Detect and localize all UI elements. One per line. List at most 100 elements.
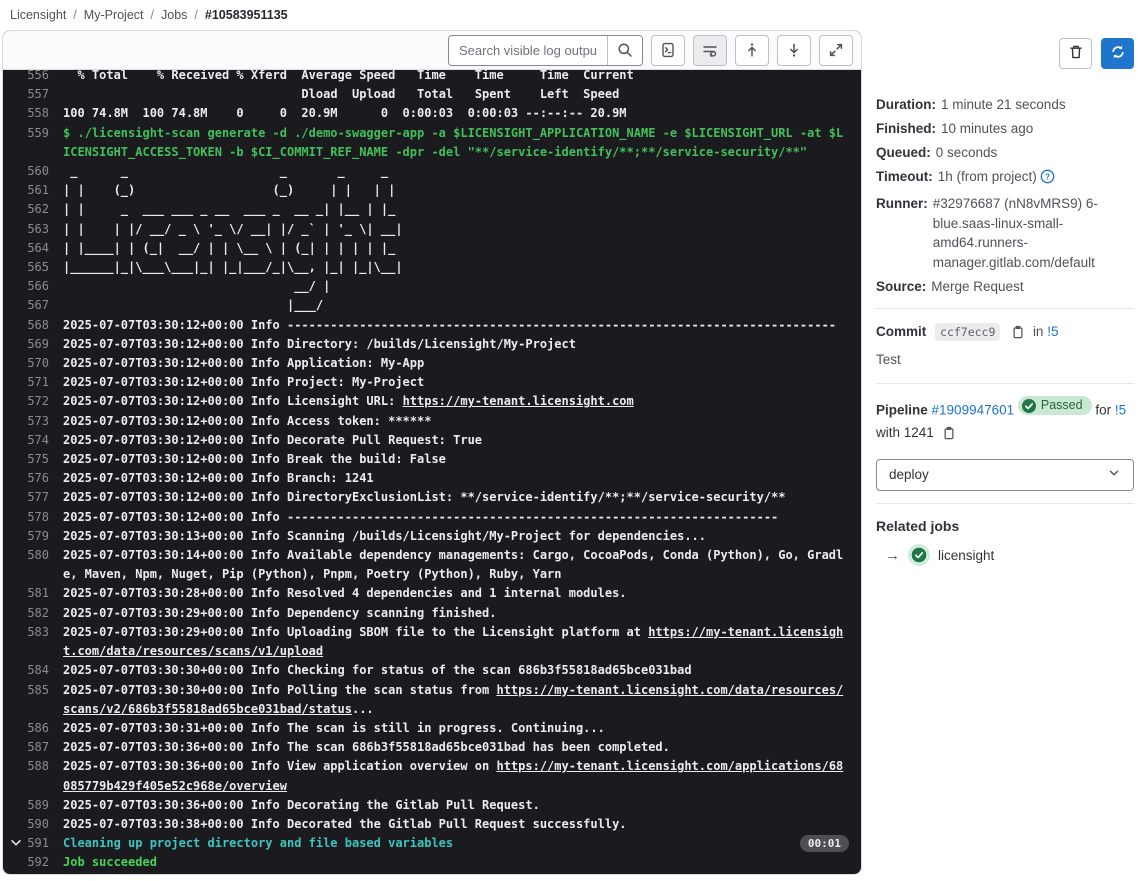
job-detail-row: Runner: #32976687 (nN8vMRS9) 6-blue.saas-… — [876, 194, 1134, 272]
arrow-right-icon: → — [885, 546, 900, 564]
log-line-number[interactable]: 576 — [27, 469, 63, 488]
log-line-number[interactable]: 575 — [27, 450, 63, 469]
scroll-to-bottom-button[interactable] — [777, 34, 811, 66]
log-line-number[interactable]: 564 — [27, 239, 63, 258]
log-line-number[interactable]: 588 — [27, 757, 63, 795]
log-url-link[interactable]: https://my-tenant.licensight.com — [403, 394, 634, 408]
pipeline-id-link[interactable]: #1909947601 — [932, 403, 1015, 418]
search-icon — [617, 42, 633, 58]
log-line: 587 2025-07-07T03:30:36+00:00 Info The sc… — [3, 738, 861, 757]
log-line: 568 2025-07-07T03:30:12+00:00 Info ------… — [3, 316, 861, 335]
related-job-item[interactable]: → licensight — [876, 547, 1134, 564]
erase-job-log-button[interactable] — [1059, 38, 1092, 69]
log-line-number[interactable]: 577 — [27, 488, 63, 507]
log-line-number[interactable]: 585 — [27, 681, 63, 719]
pipeline-status-badge[interactable]: Passed — [1017, 396, 1092, 415]
show-raw-log-button[interactable] — [651, 34, 685, 66]
log-line-text: 2025-07-07T03:30:12+00:00 Info Applicati… — [63, 356, 425, 371]
log-line-number[interactable]: 583 — [27, 623, 63, 661]
help-icon[interactable]: ? — [1040, 169, 1055, 190]
log-line-number[interactable]: 578 — [27, 508, 63, 527]
wrap-lines-button[interactable] — [693, 34, 727, 66]
copy-commit-sha-icon[interactable] — [1011, 324, 1025, 346]
log-line-number[interactable]: 569 — [27, 335, 63, 354]
log-line-number[interactable]: 571 — [27, 373, 63, 392]
log-line-number[interactable]: 558 — [27, 104, 63, 123]
log-line-number[interactable]: 565 — [27, 258, 63, 277]
log-line-text: 2025-07-07T03:30:12+00:00 Info Decorate … — [63, 432, 483, 447]
pipeline-mr-link[interactable]: !5 — [1115, 403, 1126, 418]
log-line: 565 |______|_|\___\___|_| |_|___/_|\__, |… — [3, 258, 861, 277]
scroll-to-top-button[interactable] — [735, 34, 769, 66]
log-line-number[interactable]: 563 — [27, 220, 63, 239]
log-line-number[interactable]: 562 — [27, 200, 63, 219]
log-line-text: 2025-07-07T03:30:30+00:00 Info Polling t… — [63, 682, 844, 716]
retry-job-button[interactable] — [1101, 38, 1134, 69]
log-line-number[interactable]: 589 — [27, 796, 63, 815]
search-input[interactable] — [449, 35, 607, 65]
log-line: 575 2025-07-07T03:30:12+00:00 Info Break … — [3, 450, 861, 469]
log-line-text: 2025-07-07T03:30:12+00:00 Info ---------… — [63, 317, 837, 332]
log-url-link[interactable]: https://my-tenant.licensight.com/applica… — [63, 759, 843, 792]
job-detail-row: Finished: 10 minutes ago — [876, 119, 1134, 139]
log-line-number[interactable]: 572 — [27, 392, 63, 411]
log-line-number[interactable]: 592 — [27, 853, 63, 872]
log-line-number[interactable]: 586 — [27, 719, 63, 738]
log-line-text: 2025-07-07T03:30:29+00:00 Info Dependenc… — [63, 605, 497, 620]
job-log-panel: 556 % Total % Received % Xferd Average S… — [2, 30, 862, 875]
log-line-number[interactable]: 556 — [27, 70, 63, 85]
log-line-number[interactable]: 582 — [27, 604, 63, 623]
log-line-number[interactable]: 579 — [27, 527, 63, 546]
pipeline-label: Pipeline — [876, 402, 928, 418]
log-line-text: | | (_) (_) | | | | — [63, 183, 396, 198]
log-line-number[interactable]: 559 — [27, 124, 63, 162]
log-line-number[interactable]: 590 — [27, 815, 63, 834]
log-line-number[interactable]: 584 — [27, 661, 63, 680]
log-line: 558 100 74.8M 100 74.8M 0 0 20.9M 0 0:00:… — [3, 104, 861, 123]
log-line: 591 Cleaning up project directory and fil… — [3, 834, 861, 853]
log-line: 567 |___/ — [3, 296, 861, 315]
detail-value: Merge Request — [931, 278, 1024, 294]
breadcrumb-link[interactable]: Jobs — [161, 8, 187, 22]
log-line-number[interactable]: 567 — [27, 296, 63, 315]
commit-sha[interactable]: ccf7ecc9 — [935, 323, 1001, 341]
log-line-number[interactable]: 573 — [27, 412, 63, 431]
log-line-number[interactable]: 561 — [27, 181, 63, 200]
search-button[interactable] — [607, 35, 642, 65]
log-line-number[interactable]: 560 — [27, 162, 63, 181]
stage-dropdown[interactable]: deploy — [876, 458, 1134, 491]
job-detail-row: Timeout: 1h (from project)? — [876, 167, 1134, 190]
log-line-text: 100 74.8M 100 74.8M 0 0 20.9M 0 0:00:03 … — [63, 106, 627, 121]
log-line-number[interactable]: 566 — [27, 277, 63, 296]
detail-label: Duration: — [876, 97, 936, 112]
detail-label: Finished: — [876, 121, 936, 136]
log-line-number[interactable]: 580 — [27, 546, 63, 584]
log-line-number[interactable]: 570 — [27, 354, 63, 373]
commit-mr-link[interactable]: !5 — [1047, 324, 1058, 339]
copy-ref-icon[interactable] — [942, 425, 956, 447]
log-line-number[interactable]: 591 — [27, 834, 63, 853]
log-line-number[interactable]: 574 — [27, 431, 63, 450]
log-line-number[interactable]: 581 — [27, 584, 63, 603]
commit-in-label: in — [1032, 324, 1044, 339]
log-line-text: 2025-07-07T03:30:14+00:00 Info Available… — [63, 548, 844, 582]
log-line-text: Cleaning up project directory and file b… — [63, 836, 454, 851]
log-toolbar — [3, 31, 861, 70]
related-jobs-list: → licensight — [876, 547, 1134, 564]
log-line: 566 __/ | — [3, 277, 861, 296]
log-line: 563 | | | |/ __/ _ \ '_ \/ __| |/ _` | '_… — [3, 220, 861, 239]
related-job-name[interactable]: licensight — [938, 548, 994, 563]
log-line-text: 2025-07-07T03:30:13+00:00 Info Scanning … — [63, 528, 706, 543]
commit-message: Test — [876, 352, 901, 367]
log-line-number[interactable]: 568 — [27, 316, 63, 335]
log-line-number[interactable]: 557 — [27, 85, 63, 104]
log-line: 585 2025-07-07T03:30:30+00:00 Info Pollin… — [3, 681, 861, 719]
log-url-link[interactable]: https://my-tenant.licensight.com/data/re… — [63, 625, 843, 658]
breadcrumb-link[interactable]: Licensight — [10, 8, 66, 22]
breadcrumb-link[interactable]: My-Project — [84, 8, 144, 22]
log-line: 589 2025-07-07T03:30:36+00:00 Info Decora… — [3, 796, 861, 815]
log-url-link[interactable]: https://my-tenant.licensight.com/data/re… — [63, 683, 843, 716]
log-line-number[interactable]: 587 — [27, 738, 63, 757]
fullscreen-button[interactable] — [819, 34, 853, 66]
job-passed-icon — [911, 547, 927, 563]
